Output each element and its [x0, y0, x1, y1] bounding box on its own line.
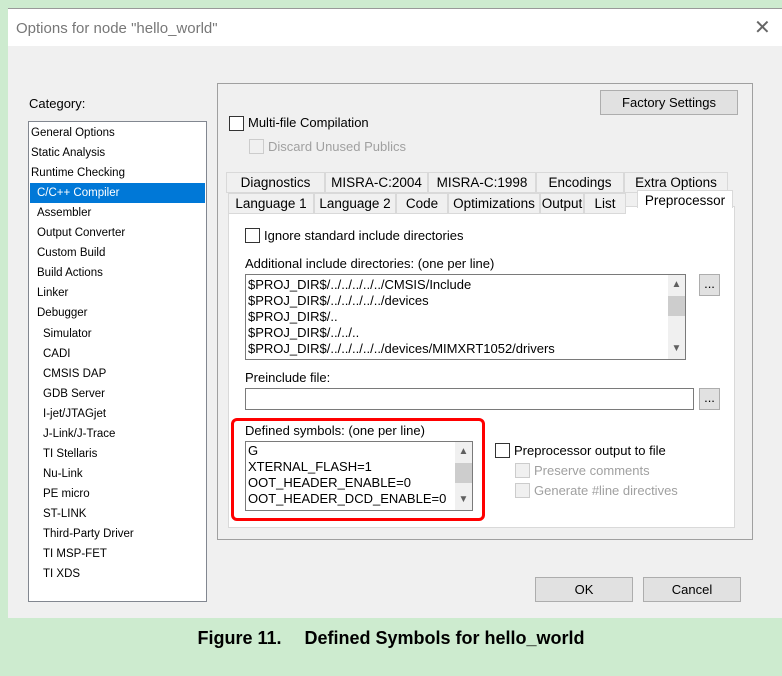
category-item[interactable]: Debugger — [30, 303, 205, 323]
tab[interactable]: Code — [396, 193, 448, 214]
tab[interactable]: Output — [540, 193, 584, 214]
category-item[interactable]: General Options — [30, 123, 205, 143]
highlight-box — [231, 418, 485, 521]
ignore-std-checkbox[interactable] — [245, 228, 260, 243]
category-item[interactable]: CMSIS DAP — [30, 364, 205, 384]
factory-settings-button[interactable]: Factory Settings — [600, 90, 738, 115]
category-item[interactable]: C/C++ Compiler — [30, 183, 205, 204]
pp-output-checkbox[interactable] — [495, 443, 510, 458]
category-item[interactable]: J-Link/J-Trace — [30, 424, 205, 444]
scroll-thumb[interactable] — [668, 296, 685, 316]
multi-file-checkbox[interactable] — [229, 116, 244, 131]
cancel-button[interactable]: Cancel — [643, 577, 741, 602]
category-item[interactable]: Assembler — [30, 203, 205, 223]
include-scrollbar[interactable]: ▲ ▼ — [668, 275, 685, 359]
pp-output-label: Preprocessor output to file — [514, 443, 666, 458]
tab[interactable]: MISRA-C:1998 — [428, 172, 536, 193]
text-line: $PROJ_DIR$/.. — [248, 309, 338, 324]
tab[interactable]: Language 1 — [228, 193, 314, 214]
discard-unused-label: Discard Unused Publics — [268, 139, 407, 154]
tab[interactable]: Diagnostics — [226, 172, 325, 193]
category-item[interactable]: I-jet/JTAGjet — [30, 404, 205, 424]
tab[interactable]: Preprocessor — [637, 190, 733, 208]
preinclude-label: Preinclude file: — [245, 370, 331, 385]
tab[interactable]: MISRA-C:2004 — [325, 172, 428, 193]
category-item[interactable]: Static Analysis — [30, 143, 205, 163]
category-item[interactable]: Simulator — [30, 324, 205, 344]
category-item[interactable]: Linker — [30, 283, 205, 303]
title-bar: Options for node "hello_world" ✕ — [8, 9, 782, 46]
category-item[interactable]: Nu-Link — [30, 464, 205, 484]
category-item[interactable]: ST-LINK — [30, 504, 205, 524]
text-line: $PROJ_DIR$/../../../../../CMSIS/Include — [248, 277, 472, 292]
gen-line-checkbox[interactable] — [515, 483, 530, 498]
category-item[interactable]: PE micro — [30, 484, 205, 504]
category-item[interactable]: Custom Build — [30, 243, 205, 263]
tab[interactable]: Language 2 — [314, 193, 396, 214]
discard-unused-checkbox[interactable] — [249, 139, 264, 154]
category-item[interactable]: TI MSP-FET — [30, 544, 205, 564]
scroll-down-icon[interactable]: ▼ — [668, 341, 685, 357]
ignore-std-label: Ignore standard include directories — [264, 228, 464, 243]
preserve-comments-checkbox[interactable] — [515, 463, 530, 478]
category-item[interactable]: Third-Party Driver — [30, 524, 205, 544]
include-dirs-textarea[interactable]: $PROJ_DIR$/../../../../../CMSIS/Include $… — [245, 274, 686, 360]
include-dirs-label: Additional include directories: (one per… — [245, 256, 495, 271]
tab[interactable]: Optimizations — [448, 193, 540, 214]
preinclude-input[interactable] — [245, 388, 694, 410]
window-title: Options for node "hello_world" — [16, 20, 218, 37]
gen-line-label: Generate #line directives — [534, 483, 678, 498]
preinclude-browse-button[interactable]: ... — [699, 388, 720, 410]
category-label: Category: — [29, 96, 86, 111]
category-item[interactable]: Build Actions — [30, 263, 205, 283]
text-line: $PROJ_DIR$/../../.. — [248, 325, 360, 340]
close-icon[interactable]: ✕ — [754, 15, 771, 40]
category-item[interactable]: Output Converter — [30, 223, 205, 243]
include-browse-button[interactable]: ... — [699, 274, 720, 296]
category-item[interactable]: TI Stellaris — [30, 444, 205, 464]
category-item[interactable]: TI XDS — [30, 564, 205, 584]
category-item[interactable]: GDB Server — [30, 384, 205, 404]
preserve-comments-label: Preserve comments — [534, 463, 650, 478]
figure-caption: Figure 11. Defined Symbols for hello_wor… — [197, 628, 585, 648]
category-item[interactable]: Runtime Checking — [30, 163, 205, 183]
tab[interactable]: List — [584, 193, 626, 214]
ok-button[interactable]: OK — [535, 577, 633, 602]
text-line: $PROJ_DIR$/../../../../../devices — [248, 293, 429, 308]
category-list[interactable]: General Options Static Analysis Runtime Ch… — [28, 121, 207, 602]
scroll-up-icon[interactable]: ▲ — [668, 277, 685, 293]
multi-file-label: Multi-file Compilation — [248, 115, 369, 130]
tab[interactable]: Encodings — [536, 172, 624, 193]
category-item[interactable]: CADI — [30, 344, 205, 364]
options-dialog: Options for node "hello_world" ✕ Categor… — [8, 8, 782, 618]
text-line: $PROJ_DIR$/../../../../../devices/MIMXRT… — [248, 341, 555, 356]
